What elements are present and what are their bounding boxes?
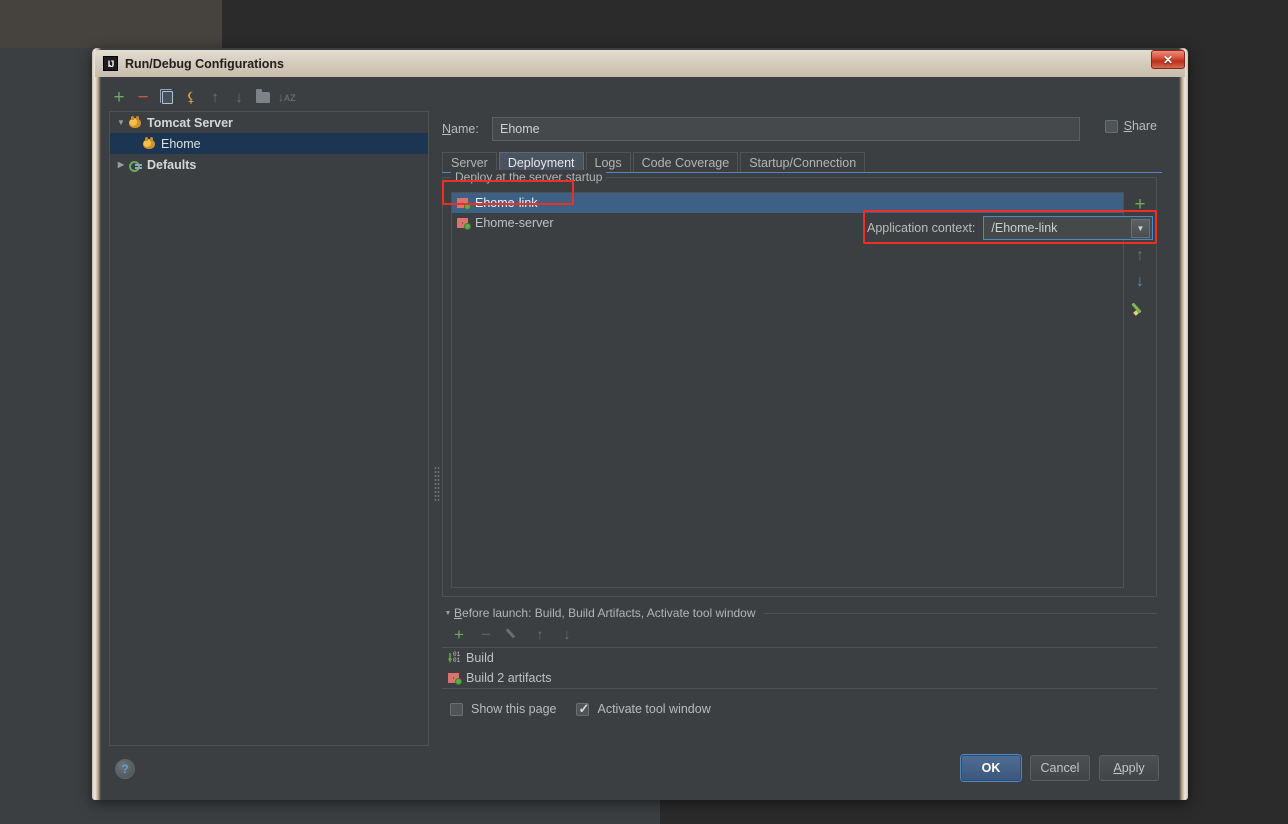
deployment-artifacts-list[interactable]: Ehome-link Ehome-server bbox=[451, 192, 1124, 588]
before-launch-options: Show this page Activate tool window bbox=[442, 689, 1157, 719]
remove-configuration-button[interactable]: − bbox=[133, 87, 153, 107]
name-row: Name: bbox=[442, 117, 1179, 141]
minus-icon: − bbox=[481, 624, 491, 644]
close-icon[interactable]: ✕ bbox=[1151, 50, 1185, 69]
dialog-body: + − ⚸ ↑ ↓ ↓ᴀz ▼ Tomcat Server Ehome ▶ De… bbox=[101, 77, 1179, 791]
plus-icon: + bbox=[113, 86, 125, 108]
pencil-icon bbox=[507, 628, 519, 640]
run-debug-configurations-dialog: IJ Run/Debug Configurations ✕ + − ⚸ ↑ ↓ … bbox=[92, 48, 1188, 800]
artifact-icon bbox=[448, 672, 462, 685]
tab-startup-connection[interactable]: Startup/Connection bbox=[740, 152, 866, 173]
dialog-titlebar[interactable]: IJ Run/Debug Configurations bbox=[95, 50, 1185, 77]
tree-node-label: Defaults bbox=[147, 157, 197, 172]
build-digits-icon: 01 01 bbox=[453, 651, 461, 664]
artifact-icon bbox=[457, 217, 471, 230]
splitter-grip-icon[interactable] bbox=[434, 466, 440, 502]
sort-configurations-button[interactable]: ↓ᴀz bbox=[277, 87, 297, 107]
create-folder-button[interactable] bbox=[253, 87, 273, 107]
name-label: Name: bbox=[442, 122, 479, 136]
sort-alpha-icon: ↓ᴀz bbox=[278, 90, 296, 104]
checkbox-icon[interactable] bbox=[1104, 119, 1118, 133]
configurations-toolbar: + − ⚸ ↑ ↓ ↓ᴀz bbox=[109, 86, 429, 108]
activate-tool-window-checkbox[interactable] bbox=[576, 701, 590, 717]
chevron-right-icon[interactable]: ▶ bbox=[114, 160, 128, 169]
deployment-list-toolbar: + − ↑ ↓ bbox=[1128, 194, 1152, 586]
tree-node-tomcat-server[interactable]: ▼ Tomcat Server bbox=[110, 112, 428, 133]
panel-splitter[interactable] bbox=[432, 111, 442, 746]
tomcat-icon bbox=[142, 136, 157, 151]
move-task-up-button[interactable]: ↑ bbox=[530, 624, 550, 644]
list-item-label: Build 2 artifacts bbox=[466, 671, 552, 685]
add-configuration-button[interactable]: + bbox=[109, 87, 129, 107]
list-item-label: Ehome-server bbox=[475, 216, 554, 230]
add-before-launch-task-button[interactable]: + bbox=[449, 624, 469, 644]
before-launch-section: ▼ Before launch: Build, Build Artifacts,… bbox=[442, 605, 1157, 745]
artifact-icon bbox=[457, 197, 471, 210]
share-checkbox[interactable]: Share bbox=[1104, 119, 1157, 133]
ok-button[interactable]: OK bbox=[961, 755, 1021, 781]
tree-node-label: Ehome bbox=[161, 136, 201, 151]
move-task-down-button[interactable]: ↓ bbox=[557, 624, 577, 644]
intellij-logo-icon: IJ bbox=[103, 56, 118, 71]
edit-defaults-button[interactable]: ⚸ bbox=[181, 87, 201, 107]
application-context-row: Application context: /Ehome-link ▼ bbox=[867, 216, 1153, 240]
show-this-page-checkbox[interactable] bbox=[450, 702, 463, 716]
application-context-value[interactable]: /Ehome-link bbox=[984, 221, 1057, 235]
list-item[interactable]: 01 01 Build bbox=[442, 648, 1157, 668]
list-item[interactable]: Build 2 artifacts bbox=[442, 668, 1157, 688]
defaults-icon bbox=[128, 158, 143, 172]
copy-configuration-button[interactable] bbox=[157, 87, 177, 107]
copy-icon bbox=[159, 88, 173, 104]
help-button[interactable]: ? bbox=[115, 759, 135, 779]
tree-node-label: Tomcat Server bbox=[147, 115, 233, 130]
move-down-button[interactable]: ↓ bbox=[229, 87, 249, 107]
tab-code-coverage[interactable]: Code Coverage bbox=[632, 152, 739, 173]
edit-before-launch-task-button[interactable] bbox=[503, 624, 523, 644]
before-launch-task-list[interactable]: 01 01 Build Build 2 artifacts bbox=[442, 647, 1157, 689]
move-artifact-down-button[interactable]: ↓ bbox=[1130, 272, 1150, 292]
tree-node-defaults[interactable]: ▶ Defaults bbox=[110, 154, 428, 175]
activate-tool-window-label: Activate tool window bbox=[597, 702, 711, 716]
chevron-down-icon[interactable]: ▼ bbox=[1131, 219, 1150, 238]
application-context-label: Application context: bbox=[867, 221, 976, 235]
tomcat-icon bbox=[128, 115, 143, 130]
chevron-down-icon[interactable]: ▼ bbox=[442, 610, 454, 617]
configurations-tree[interactable]: ▼ Tomcat Server Ehome ▶ Defaults bbox=[109, 111, 429, 746]
list-item-label: Ehome-link bbox=[475, 196, 538, 210]
arrow-down-icon: ↓ bbox=[1136, 273, 1144, 290]
arrow-down-icon: ↓ bbox=[235, 88, 243, 106]
apply-button[interactable]: Apply bbox=[1099, 755, 1159, 781]
deploy-group-title: Deploy at the server startup bbox=[451, 170, 607, 184]
share-label: Share bbox=[1123, 119, 1157, 133]
arrow-up-icon: ↑ bbox=[211, 88, 219, 106]
section-divider bbox=[763, 612, 1157, 614]
configuration-editor: Name: Share Server Deployment Logs Code … bbox=[442, 77, 1179, 791]
pencil-icon bbox=[1133, 301, 1147, 315]
move-artifact-up-button[interactable]: ↑ bbox=[1130, 246, 1150, 266]
show-this-page-label: Show this page bbox=[471, 702, 557, 716]
folder-icon bbox=[256, 88, 270, 103]
name-input[interactable] bbox=[492, 117, 1080, 141]
minus-icon: − bbox=[137, 86, 149, 108]
application-context-combobox[interactable]: /Ehome-link ▼ bbox=[983, 216, 1153, 240]
build-icon: 01 01 bbox=[448, 652, 461, 664]
before-launch-title: Before launch: Build, Build Artifacts, A… bbox=[454, 606, 756, 620]
dialog-title: Run/Debug Configurations bbox=[125, 56, 285, 71]
tree-node-ehome[interactable]: Ehome bbox=[110, 133, 428, 154]
plus-icon: + bbox=[454, 624, 464, 644]
arrow-down-icon: ↓ bbox=[563, 626, 571, 642]
dialog-buttons: OK Cancel Apply bbox=[961, 755, 1159, 781]
desktop-backdrop-top bbox=[0, 0, 222, 48]
remove-before-launch-task-button[interactable]: − bbox=[476, 624, 496, 644]
wrench-icon: ⚸ bbox=[185, 89, 197, 105]
before-launch-toolbar: + − ↑ ↓ bbox=[442, 621, 1157, 647]
edit-artifact-button[interactable] bbox=[1130, 298, 1150, 318]
list-item-label: Build bbox=[466, 651, 494, 665]
before-launch-header[interactable]: ▼ Before launch: Build, Build Artifacts,… bbox=[442, 605, 1157, 621]
move-up-button[interactable]: ↑ bbox=[205, 87, 225, 107]
cancel-button[interactable]: Cancel bbox=[1030, 755, 1090, 781]
arrow-up-icon: ↑ bbox=[1136, 247, 1144, 264]
chevron-down-icon[interactable]: ▼ bbox=[114, 118, 128, 127]
arrow-up-icon: ↑ bbox=[536, 626, 544, 642]
